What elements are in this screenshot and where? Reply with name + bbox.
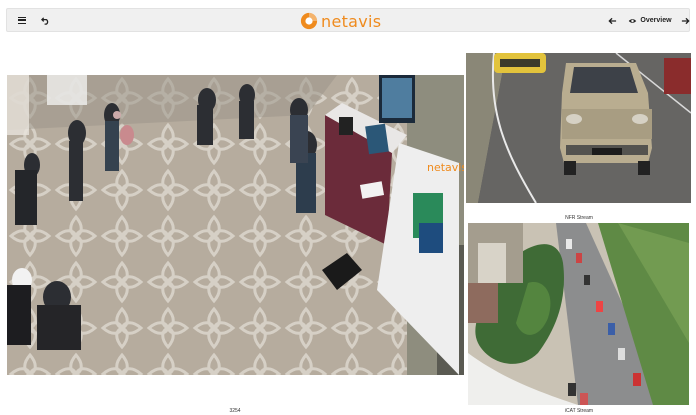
overview-button[interactable]: Overview: [627, 12, 673, 29]
logo-icon: [300, 12, 318, 30]
booth-sign-text: netavis: [427, 161, 464, 174]
menu-button[interactable]: [13, 12, 31, 29]
exhibition-hall-video: netavis: [7, 75, 464, 375]
camera-view-3254[interactable]: netavis: [7, 75, 464, 375]
nfr-stream-video: [466, 53, 691, 203]
menu-icon: [18, 17, 26, 24]
camera-caption-nfr-stream: NFR Stream: [565, 215, 593, 221]
undo-icon: [40, 17, 48, 25]
logo-text: netavis: [321, 11, 382, 31]
next-button[interactable]: [677, 12, 693, 29]
netavis-logo: netavis: [300, 11, 381, 31]
icat-stream-video: [468, 223, 689, 405]
top-toolbar: netavis Overview: [6, 8, 690, 32]
camera-view-nfr-stream[interactable]: [466, 53, 691, 203]
camera-view-icat-stream[interactable]: [468, 223, 689, 405]
overview-label: Overview: [640, 17, 672, 24]
previous-button[interactable]: [604, 12, 620, 29]
arrow-left-icon: [607, 17, 616, 24]
eye-icon: [629, 18, 637, 23]
arrow-right-icon: [681, 17, 690, 24]
undo-button[interactable]: [36, 12, 54, 29]
camera-caption-icat-stream: iCAT Stream: [564, 408, 594, 414]
camera-caption-3254: 3254: [229, 408, 241, 414]
